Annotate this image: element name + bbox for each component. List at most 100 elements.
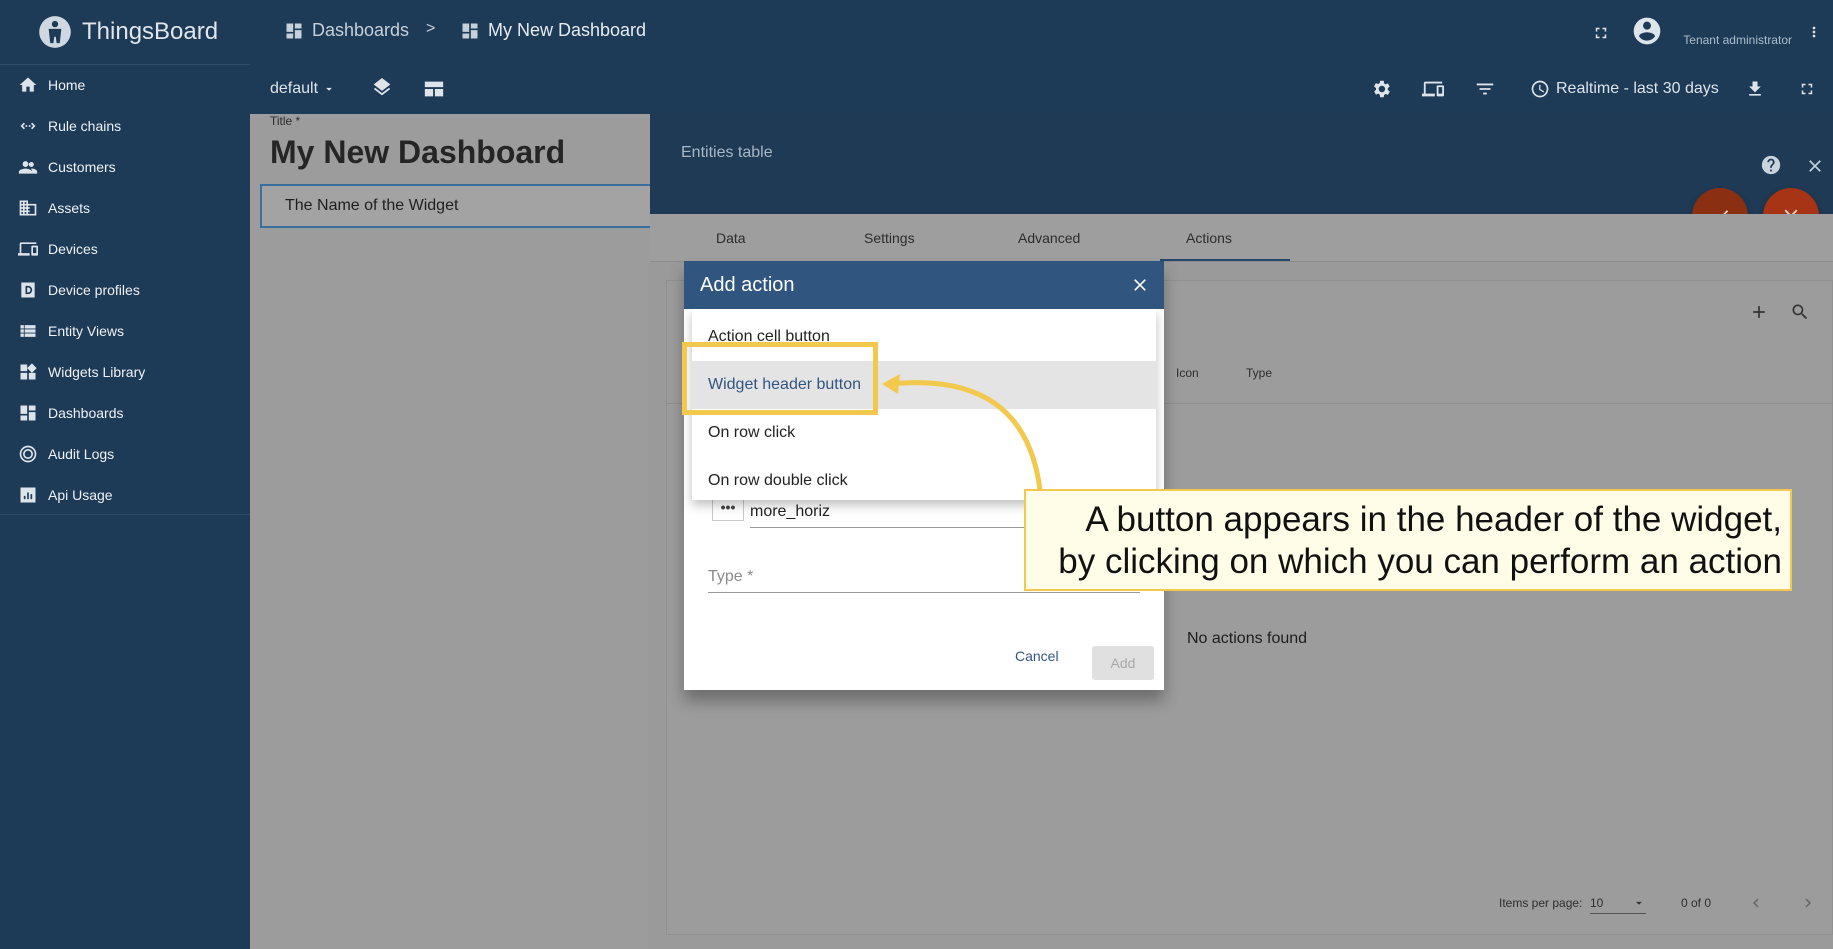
dashboards-icon bbox=[18, 403, 38, 423]
devices-view-icon[interactable] bbox=[1419, 75, 1447, 103]
settings-gear-icon[interactable] bbox=[1367, 75, 1395, 103]
dialog-header: Add action bbox=[684, 261, 1164, 309]
column-header-icon[interactable]: Icon bbox=[1176, 366, 1199, 380]
search-icon[interactable] bbox=[1790, 302, 1812, 324]
divider bbox=[0, 514, 250, 515]
title-field-label: Title * bbox=[270, 114, 301, 128]
option-label: On row double click bbox=[708, 472, 848, 489]
download-icon[interactable] bbox=[1741, 75, 1769, 103]
sidebar-item-label: Rule chains bbox=[48, 117, 122, 134]
close-icon[interactable] bbox=[1130, 275, 1150, 295]
callout-line-1: A button appears in the header of the wi… bbox=[1085, 500, 1782, 539]
sidebar-item-label: Dashboards bbox=[48, 404, 124, 421]
add-button-label: Add bbox=[1110, 655, 1136, 671]
sidebar-item-rule-chains[interactable]: Rule chains bbox=[0, 105, 250, 146]
cancel-button[interactable]: Cancel bbox=[1015, 648, 1059, 664]
sidebar-item-label: Widgets Library bbox=[48, 363, 146, 380]
logo[interactable]: ThingsBoard bbox=[36, 12, 218, 52]
breadcrumb-current: My New Dashboard bbox=[460, 20, 646, 41]
sidebar-item-label: Device profiles bbox=[48, 281, 140, 298]
device-profiles-icon bbox=[18, 280, 38, 300]
caret-down-icon bbox=[1636, 901, 1642, 905]
empty-state-text: No actions found bbox=[1187, 630, 1308, 647]
next-page-icon[interactable] bbox=[1799, 894, 1817, 912]
fullscreen-icon[interactable] bbox=[1587, 19, 1615, 47]
close-icon[interactable] bbox=[1805, 156, 1825, 176]
dashboards-icon bbox=[286, 23, 302, 38]
tutorial-callout: A button appears in the header of the wi… bbox=[1024, 489, 1792, 591]
sidebar-item-label: Api Usage bbox=[48, 486, 113, 503]
sidebar-item-label: Customers bbox=[48, 158, 116, 175]
add-icon[interactable] bbox=[1749, 302, 1771, 324]
devices-icon bbox=[18, 239, 38, 259]
paginator-range: 0 of 0 bbox=[1681, 896, 1712, 910]
widget-name-field[interactable]: The Name of the Widget bbox=[260, 184, 660, 228]
assets-icon bbox=[18, 198, 38, 218]
dashboard-canvas: Title * My New Dashboard The Name of the… bbox=[250, 114, 660, 949]
sidebar-nav: Home Rule chains Customers Assets Device… bbox=[0, 64, 250, 515]
tab-data[interactable]: Data bbox=[716, 230, 746, 246]
timewindow-button[interactable]: Realtime - last 30 days bbox=[1530, 79, 1719, 99]
widget-type-title: Entities table bbox=[681, 144, 773, 161]
items-per-page-value: 10 bbox=[1590, 895, 1604, 910]
tutorial-arrow bbox=[882, 374, 1043, 491]
option-label: On row click bbox=[708, 424, 796, 441]
dashboards-icon bbox=[462, 23, 478, 38]
clock-icon bbox=[1531, 80, 1549, 98]
top-header: Dashboards > My New Dashboard Tenant adm… bbox=[250, 0, 1833, 64]
divider bbox=[708, 592, 1140, 593]
thingsboard-logo-icon bbox=[39, 16, 71, 48]
state-select[interactable]: default bbox=[270, 80, 336, 98]
icon-input[interactable]: more_horiz bbox=[750, 503, 830, 521]
dashboard-title-input[interactable]: My New Dashboard bbox=[270, 134, 565, 171]
breadcrumb-label: Dashboards bbox=[312, 20, 410, 40]
sidebar-item-assets[interactable]: Assets bbox=[0, 187, 250, 228]
editor-tabs: Data Settings Advanced Actions bbox=[650, 214, 1833, 262]
tab-advanced[interactable]: Advanced bbox=[1018, 230, 1080, 246]
sidebar: ThingsBoard Home Rule chains Customers A… bbox=[0, 0, 250, 949]
home-icon bbox=[18, 75, 38, 95]
timewindow-label: Realtime - last 30 days bbox=[1556, 80, 1719, 97]
sidebar-item-widgets-library[interactable]: Widgets Library bbox=[0, 351, 250, 392]
more-vert-icon[interactable] bbox=[1806, 18, 1822, 46]
items-per-page-select[interactable]: 10 bbox=[1590, 892, 1646, 914]
breadcrumb-label: My New Dashboard bbox=[488, 20, 647, 40]
type-select[interactable]: Type * bbox=[708, 568, 753, 586]
callout-line-2: by clicking on which you can perform an … bbox=[1058, 542, 1782, 581]
account-avatar-icon[interactable] bbox=[1630, 14, 1664, 48]
sidebar-item-devices[interactable]: Devices bbox=[0, 228, 250, 269]
entity-views-icon bbox=[18, 321, 38, 341]
breadcrumb-dashboards[interactable]: Dashboards bbox=[284, 20, 409, 41]
rule-chains-icon bbox=[18, 116, 38, 136]
layout-icon[interactable] bbox=[420, 75, 448, 103]
tutorial-highlight bbox=[682, 342, 878, 415]
sidebar-item-label: Audit Logs bbox=[48, 445, 115, 462]
customers-icon bbox=[18, 157, 38, 177]
help-icon[interactable] bbox=[1760, 154, 1784, 178]
editor-header: Entities table bbox=[650, 114, 1833, 214]
sidebar-item-dashboards[interactable]: Dashboards bbox=[0, 392, 250, 433]
tab-actions[interactable]: Actions bbox=[1186, 230, 1232, 246]
previous-page-icon[interactable] bbox=[1747, 894, 1765, 912]
sidebar-item-label: Entity Views bbox=[48, 322, 124, 339]
sidebar-item-audit-logs[interactable]: Audit Logs bbox=[0, 433, 250, 474]
sidebar-item-api-usage[interactable]: Api Usage bbox=[0, 474, 250, 515]
sidebar-item-label: Devices bbox=[48, 240, 98, 257]
dashboard-toolbar: default Realtime - last 30 days bbox=[250, 64, 1833, 114]
audit-logs-icon bbox=[18, 444, 38, 464]
sidebar-item-home[interactable]: Home bbox=[0, 64, 250, 105]
dialog-title: Add action bbox=[700, 273, 795, 296]
app-name: ThingsBoard bbox=[82, 18, 219, 45]
active-tab-indicator bbox=[1160, 259, 1290, 261]
column-header-type[interactable]: Type bbox=[1246, 366, 1272, 380]
tab-settings[interactable]: Settings bbox=[864, 230, 915, 246]
sidebar-item-device-profiles[interactable]: Device profiles bbox=[0, 269, 250, 310]
add-button[interactable]: Add bbox=[1092, 646, 1154, 680]
fullscreen-icon[interactable] bbox=[1793, 75, 1821, 103]
sidebar-item-customers[interactable]: Customers bbox=[0, 146, 250, 187]
sidebar-item-entity-views[interactable]: Entity Views bbox=[0, 310, 250, 351]
breadcrumb-separator: > bbox=[426, 20, 436, 37]
filter-icon[interactable] bbox=[1471, 75, 1499, 103]
layers-icon[interactable] bbox=[368, 75, 396, 103]
state-select-value: default bbox=[270, 80, 319, 97]
